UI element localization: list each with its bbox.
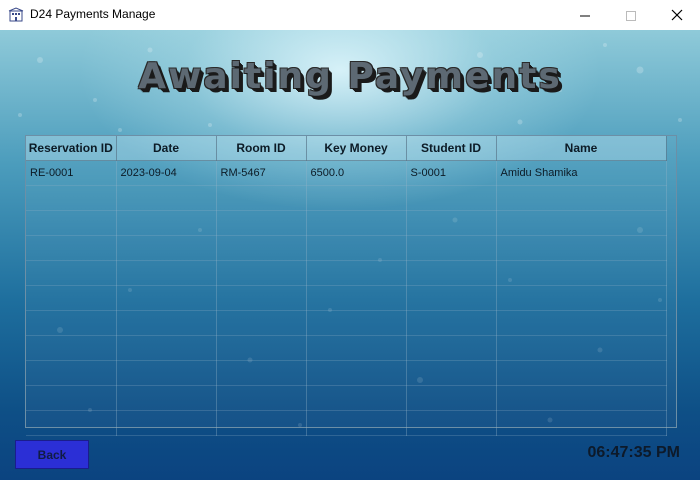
table-cell — [306, 260, 407, 286]
table-cell — [406, 385, 497, 411]
table-cell — [306, 410, 407, 436]
table-cell: 6500.0 — [306, 160, 407, 186]
table-cell — [216, 285, 307, 311]
table-header-row: Reservation ID Date Room ID Key Money Studen… — [26, 136, 667, 161]
table-cell — [306, 385, 407, 411]
table-cell — [496, 285, 667, 311]
table-cell — [116, 260, 217, 286]
table-cell — [26, 310, 117, 336]
table-cell — [406, 335, 497, 361]
empty-table-row[interactable] — [26, 360, 667, 386]
table-cell — [116, 285, 217, 311]
table-cell: S-0001 — [406, 160, 497, 186]
table-cell — [26, 210, 117, 236]
table-cell — [496, 235, 667, 261]
empty-table-row[interactable] — [26, 210, 667, 236]
table-cell — [496, 385, 667, 411]
table-cell — [496, 185, 667, 211]
table-cell — [116, 185, 217, 211]
page-title: Awaiting Payments — [138, 56, 562, 97]
table-cell — [306, 285, 407, 311]
table-cell — [496, 210, 667, 236]
table-cell — [406, 410, 497, 436]
column-header[interactable]: Student ID — [406, 136, 497, 161]
title-bar: D24 Payments Manage — [0, 0, 700, 30]
main-content: Awaiting Payments Reservation ID Date Room… — [0, 30, 700, 480]
table-cell — [406, 235, 497, 261]
back-button[interactable]: Back — [15, 440, 89, 469]
table-cell — [496, 360, 667, 386]
table-cell — [26, 185, 117, 211]
table-cell — [116, 335, 217, 361]
table-cell — [26, 235, 117, 261]
table-cell: RM-5467 — [216, 160, 307, 186]
table-cell — [216, 385, 307, 411]
window-title: D24 Payments Manage — [30, 7, 156, 21]
table-cell — [26, 335, 117, 361]
table-cell — [216, 185, 307, 211]
table-cell — [26, 360, 117, 386]
table-cell — [406, 360, 497, 386]
table-cell — [406, 185, 497, 211]
close-icon — [671, 6, 683, 25]
table-cell — [26, 285, 117, 311]
table-cell — [216, 360, 307, 386]
payments-table[interactable]: Reservation ID Date Room ID Key Money Studen… — [25, 135, 677, 436]
column-header[interactable]: Room ID — [216, 136, 307, 161]
table-cell — [216, 335, 307, 361]
close-button[interactable] — [654, 0, 700, 30]
maximize-button[interactable] — [608, 0, 654, 30]
minimize-button[interactable] — [562, 0, 608, 30]
table-cell — [306, 235, 407, 261]
empty-table-row[interactable] — [26, 310, 667, 336]
table-cell — [306, 360, 407, 386]
table-cell — [406, 285, 497, 311]
table-cell — [406, 260, 497, 286]
empty-table-row[interactable] — [26, 335, 667, 361]
table-cell — [116, 360, 217, 386]
table-cell — [116, 410, 217, 436]
clock-label: 06:47:35 PM — [587, 444, 681, 461]
table-cell — [216, 235, 307, 261]
table-cell — [496, 335, 667, 361]
column-header[interactable]: Reservation ID — [26, 136, 117, 161]
table-cell — [496, 260, 667, 286]
table-cell — [306, 310, 407, 336]
table-cell — [406, 310, 497, 336]
maximize-icon — [626, 6, 636, 25]
table-cell — [306, 185, 407, 211]
empty-table-row[interactable] — [26, 285, 667, 311]
empty-table-row[interactable] — [26, 260, 667, 286]
table-body: RE-0001 2023-09-04 RM-5467 6500.0 S-0001 Amid… — [26, 160, 667, 436]
empty-table-row[interactable] — [26, 410, 667, 436]
table-cell — [216, 210, 307, 236]
table-cell — [306, 335, 407, 361]
table-cell — [216, 410, 307, 436]
table-cell: Amidu Shamika — [496, 160, 667, 186]
table-cell — [116, 385, 217, 411]
column-header[interactable]: Name — [496, 136, 667, 161]
column-header[interactable]: Key Money — [306, 136, 407, 161]
table-cell — [116, 235, 217, 261]
table-cell: RE-0001 — [26, 160, 117, 186]
building-icon — [8, 7, 24, 23]
column-header[interactable]: Date — [116, 136, 217, 161]
empty-table-row[interactable] — [26, 235, 667, 261]
table-cell — [216, 310, 307, 336]
table-row[interactable]: RE-0001 2023-09-04 RM-5467 6500.0 S-0001 Amid… — [26, 160, 667, 186]
table-cell — [116, 310, 217, 336]
table-cell — [306, 210, 407, 236]
table-cell — [496, 410, 667, 436]
table-cell — [496, 310, 667, 336]
table-cell — [26, 385, 117, 411]
empty-table-row[interactable] — [26, 385, 667, 411]
table-cell: 2023-09-04 — [116, 160, 217, 186]
table-cell — [406, 210, 497, 236]
table-cell — [116, 210, 217, 236]
empty-table-row[interactable] — [26, 185, 667, 211]
table-cell — [26, 410, 117, 436]
table-cell — [26, 260, 117, 286]
table-cell — [216, 260, 307, 286]
minimize-icon — [580, 6, 590, 25]
